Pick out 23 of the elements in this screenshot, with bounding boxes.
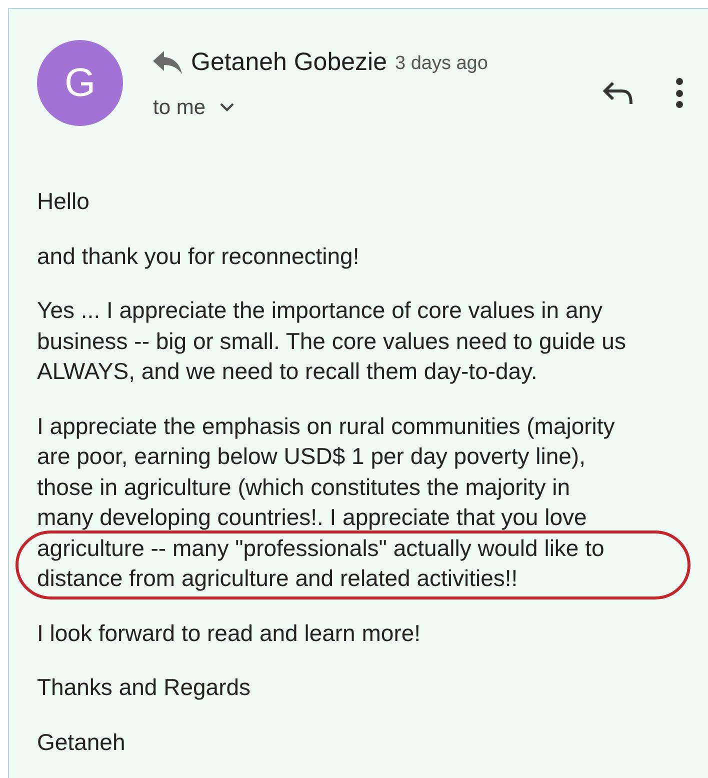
reply-button[interactable]: [602, 80, 634, 106]
message-line: I appreciate the emphasis on rural communities (majority: [37, 412, 616, 441]
sender-name: Getaneh Gobezie: [191, 47, 387, 78]
sender-avatar: G: [37, 40, 123, 126]
message-line: those in agriculture (which constitutes the majority in: [37, 472, 572, 502]
reply-arrow-icon: [153, 50, 183, 75]
message-line: I look forward to read and learn more!: [37, 618, 422, 648]
message-line: Thanks and Regards: [37, 673, 252, 702]
message-line: Getaneh: [37, 728, 126, 756]
recipient-dropdown[interactable]: to me: [153, 92, 488, 123]
message-line: distance from agriculture and related activities!!: [37, 564, 519, 593]
reply-icon: [602, 80, 634, 106]
message-line: are poor, earning below USD$ 1 per day poverty line),: [37, 442, 586, 471]
message-line: many developing countries!. I appreciate that you love: [37, 503, 588, 532]
message-line: ALWAYS, and we need to recall them day-to-day.: [37, 357, 538, 386]
message-line: and thank you for reconnecting!: [37, 242, 360, 271]
chevron-down-icon: [220, 102, 234, 112]
sent-time: 3 days ago: [394, 52, 488, 76]
message-line: Hello: [37, 187, 90, 216]
message-line: business -- big or small. The core values need to guide us: [37, 326, 627, 356]
message-line: agriculture -- many "professionals" actually would like to: [37, 534, 606, 563]
more-options-button[interactable]: [674, 78, 684, 108]
message-line: Yes ... I appreciate the importance of core values in any: [37, 296, 604, 325]
